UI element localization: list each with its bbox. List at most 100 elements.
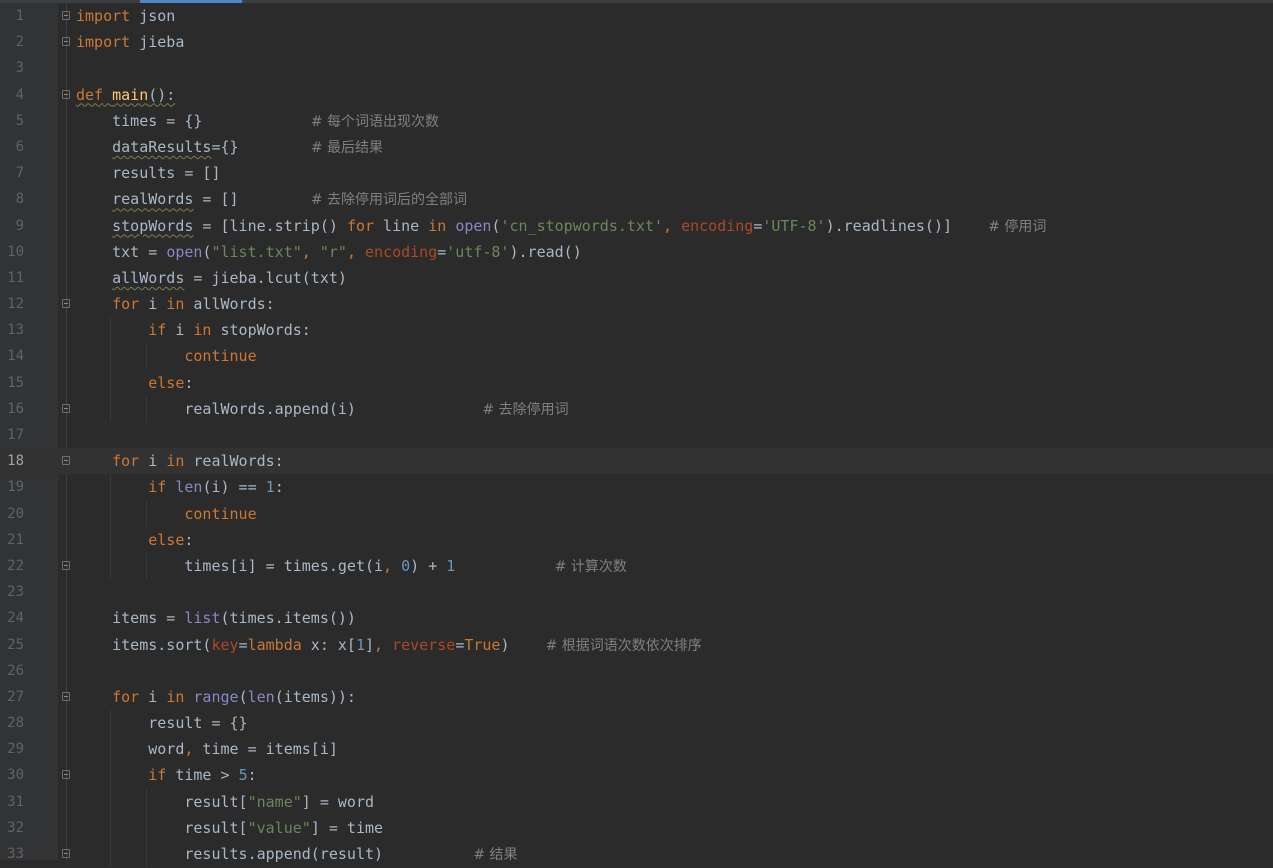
line-number[interactable]: 24 [0,605,24,631]
code-line[interactable]: 17 [0,422,1273,448]
fold-toggle-icon[interactable] [62,89,70,99]
code-line[interactable]: 2 import jieba [0,29,1273,55]
code-line[interactable]: 10 txt = open("list.txt", "r", encoding=… [0,239,1273,265]
code-line[interactable]: 12 for i in allWords: [0,291,1273,317]
code-line[interactable]: 16 realWords.append(i) # 去除停用词 [0,395,1273,422]
code-line[interactable]: 13 if i in stopWords: [0,317,1273,344]
code-token: results.append(result) [76,845,474,863]
code-token: ] [365,635,375,654]
code-line[interactable]: 31 result["name"] = word [0,788,1273,815]
code-line[interactable]: 30 if time > 5: [0,762,1273,789]
fold-toggle-icon[interactable] [62,11,70,20]
fold-toggle-icon[interactable] [62,770,70,780]
code-line[interactable]: 14 continue [0,343,1273,370]
line-number[interactable]: 30 [0,762,24,788]
line-number[interactable]: 11 [0,265,24,291]
code-line[interactable]: 18 for i in realWords: [0,448,1273,475]
line-number[interactable]: 12 [0,291,24,317]
code-token: items.sort( [76,635,212,654]
line-number[interactable]: 28 [0,710,24,736]
line-number[interactable]: 25 [0,632,24,658]
line-number[interactable]: 1 [0,3,24,29]
line-number[interactable]: 16 [0,396,24,422]
line-number[interactable]: 10 [0,239,24,265]
code-line[interactable]: 4 def main(): [0,82,1273,108]
line-number[interactable]: 32 [0,815,24,841]
line-number[interactable]: 13 [0,317,24,343]
code-text: else: [76,527,193,553]
code-line[interactable]: 19 if len(i) == 1: [0,474,1273,501]
line-number[interactable]: 4 [0,82,24,108]
fold-toggle-icon[interactable] [62,560,70,570]
line-number[interactable]: 14 [0,343,24,369]
code-token: if [148,766,167,785]
code-token: in [193,321,212,340]
code-line[interactable]: 28 result = {} [0,710,1273,737]
line-number[interactable]: 15 [0,370,24,396]
code-line[interactable]: 11 allWords = jieba.lcut(txt) [0,265,1273,291]
line-number[interactable]: 31 [0,789,24,815]
code-line[interactable]: 9 stopWords = [line.strip() for line in … [0,213,1273,239]
code-text: allWords = jieba.lcut(txt) [76,265,347,291]
fold-toggle-icon[interactable] [62,403,70,413]
code-token: for [112,687,140,706]
line-number[interactable]: 21 [0,527,24,553]
code-line[interactable]: 3 [0,55,1273,81]
line-number[interactable]: 8 [0,186,24,212]
line-number[interactable]: 17 [0,422,24,448]
code-line[interactable]: 20 continue [0,500,1273,527]
code-line[interactable]: 15 else: [0,369,1273,396]
code-token: realWords: [184,452,284,471]
line-number[interactable]: 2 [0,29,24,55]
code-line[interactable]: 5 times = {} # 每个词语出现次数 [0,108,1273,134]
code-token: in [166,687,185,706]
code-line[interactable]: 7 results = [] [0,160,1273,186]
code-line[interactable]: 24 items = list(times.items()) [0,605,1273,631]
code-line[interactable]: 25 items.sort(key=lambda x: x[1], revers… [0,632,1273,658]
code-line[interactable]: 27 for i in range(len(items)): [0,684,1273,710]
code-text: import jieba [76,29,184,55]
code-line[interactable]: 1 import json [0,3,1273,29]
line-number[interactable]: 3 [0,55,24,81]
line-number[interactable]: 7 [0,160,24,186]
line-number[interactable]: 9 [0,213,24,239]
fold-toggle-icon[interactable] [62,691,70,701]
line-number[interactable]: 18 [0,448,24,474]
code-token: def [76,85,104,104]
code-token: lambda [247,635,302,654]
code-line[interactable]: 33 results.append(result) # 结果 [0,841,1273,868]
fold-toggle-icon[interactable] [62,456,70,466]
line-number[interactable]: 20 [0,501,24,527]
code-token: line [374,216,429,235]
code-line[interactable]: 23 [0,579,1273,605]
code-line[interactable]: 21 else: [0,526,1273,553]
code-line[interactable]: 32 result["value"] = time [0,814,1273,841]
fold-toggle-icon[interactable] [62,849,70,858]
code-line[interactable]: 26 [0,658,1273,684]
line-number[interactable]: 27 [0,684,24,710]
line-number[interactable]: 19 [0,474,24,500]
fold-toggle-icon[interactable] [62,37,70,47]
code-token: len [175,478,203,497]
code-editor[interactable]: 1 import json 2 import jieba 3 4 def main(): 5 … [0,3,1273,868]
line-number[interactable]: 22 [0,553,24,579]
line-number[interactable]: 26 [0,658,24,684]
code-line[interactable]: 29 word, time = items[i] [0,736,1273,763]
line-number[interactable]: 6 [0,134,24,160]
code-line[interactable]: 6 dataResults={} # 最后结果 [0,134,1273,160]
line-number[interactable]: 29 [0,736,24,762]
line-number[interactable]: 33 [0,841,24,867]
line-number[interactable]: 5 [0,108,24,134]
code-token: stopWords: [211,321,311,340]
code-token: 0 [401,556,411,575]
code-line[interactable]: 22 times[i] = times.get(i, 0) + 1 # 计算次数 [0,552,1273,580]
code-line[interactable]: 8 realWords = [] # 去除停用词后的全部词 [0,186,1273,212]
code-text: items.sort(key=lambda x: x[1], reverse=T… [76,632,702,659]
line-number[interactable]: 23 [0,579,24,605]
fold-toggle-icon[interactable] [62,299,70,309]
code-token: : [184,530,194,549]
code-token: encoding [365,242,438,261]
